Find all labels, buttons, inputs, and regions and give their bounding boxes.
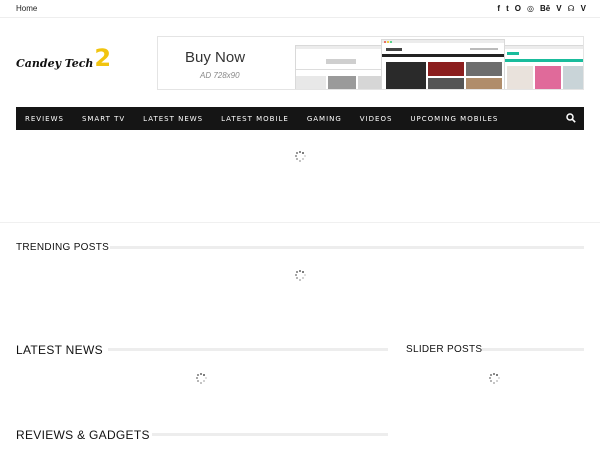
- ad-banner[interactable]: Buy Now AD 728x90: [157, 36, 584, 90]
- twitter-icon[interactable]: t: [506, 4, 509, 14]
- loading-spinner-icon: [294, 269, 306, 281]
- home-link[interactable]: Home: [16, 4, 37, 13]
- vimeo-icon[interactable]: V: [556, 4, 561, 14]
- main-nav: REVIEWS SMART TV LATEST NEWS LATEST MOBI…: [16, 107, 584, 130]
- nav-item-smart-tv[interactable]: SMART TV: [82, 115, 125, 123]
- ad-preview-image: [295, 45, 385, 89]
- slider-posts-heading: SLIDER POSTS: [406, 344, 483, 355]
- nav-item-gaming[interactable]: GAMING: [307, 115, 342, 123]
- heading-rule: [110, 246, 584, 249]
- instagram-icon[interactable]: ◎: [527, 4, 534, 14]
- ad-preview-image: [504, 45, 583, 89]
- loading-spinner-icon: [488, 372, 500, 384]
- top-bar: Home f t O ◎ Bē V ☊ V: [0, 0, 600, 18]
- nav-item-videos[interactable]: VIDEOS: [360, 115, 393, 123]
- ad-headline: Buy Now: [185, 49, 246, 66]
- heading-rule: [108, 348, 388, 351]
- vimeo-icon[interactable]: V: [581, 4, 586, 14]
- section-divider: [0, 222, 600, 223]
- reviews-gadgets-heading: REVIEWS & GADGETS: [16, 428, 150, 442]
- loading-spinner-icon: [294, 150, 306, 162]
- social-links: f t O ◎ Bē V ☊ V: [497, 4, 586, 14]
- opera-icon[interactable]: O: [515, 4, 521, 14]
- behance-icon[interactable]: Bē: [540, 4, 550, 14]
- nav-item-reviews[interactable]: REVIEWS: [25, 115, 64, 123]
- nav-item-latest-news[interactable]: LATEST NEWS: [143, 115, 203, 123]
- rss-icon[interactable]: ☊: [568, 4, 575, 14]
- heading-rule: [152, 433, 388, 436]
- nav-item-upcoming-mobiles[interactable]: UPCOMING MOBILES: [410, 115, 498, 123]
- site-logo[interactable]: Candey Tech 2: [16, 44, 111, 70]
- logo-wordmark: Candey Tech: [16, 57, 94, 70]
- facebook-icon[interactable]: f: [497, 4, 500, 14]
- nav-item-latest-mobile[interactable]: LATEST MOBILE: [221, 115, 289, 123]
- heading-rule: [482, 348, 584, 351]
- trending-posts-heading: TRENDING POSTS: [16, 242, 110, 253]
- search-icon[interactable]: [566, 113, 576, 123]
- ad-preview-image: [381, 39, 505, 89]
- ad-size-label: AD 728x90: [200, 71, 240, 80]
- loading-spinner-icon: [195, 372, 207, 384]
- latest-news-heading: LATEST NEWS: [16, 343, 103, 357]
- logo-number: 2: [94, 44, 112, 72]
